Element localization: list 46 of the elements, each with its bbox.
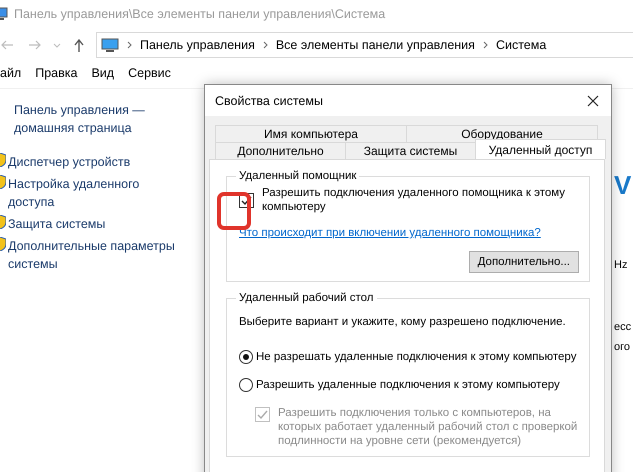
chevron-icon	[127, 41, 132, 49]
menu-item[interactable]: Вид	[91, 66, 114, 80]
text-fragment: ого	[614, 340, 630, 355]
tab[interactable]: Имя компьютера	[215, 125, 407, 142]
text-fragment: Hz	[614, 258, 628, 273]
menu-item[interactable]: Сервис	[128, 66, 171, 80]
heading-fragment: V	[614, 169, 632, 202]
checkbox-label: Разрешить подключения удаленного помощника к этому компьютеру	[262, 186, 566, 214]
computer-icon	[0, 7, 8, 21]
dialog-title: Свойства системы	[215, 94, 323, 108]
sidebar-link[interactable]: Дополнительные параметры системы	[8, 237, 178, 273]
check-icon	[241, 195, 252, 206]
group-title: Удаленный помощник	[238, 170, 358, 182]
chevron-icon	[262, 41, 268, 49]
tab[interactable]: Удаленный доступ	[475, 139, 606, 160]
tab[interactable]: Защита системы	[345, 142, 476, 160]
advanced-button[interactable]: Дополнительно...	[468, 251, 579, 274]
window-title: Панель управления\Все элементы панели управления\Система	[14, 7, 386, 21]
group-title: Удаленный рабочий стол	[238, 292, 375, 304]
radio-label: Не разрешать удаленные подключения к этому компьютеру	[256, 350, 576, 364]
radio-button[interactable]	[239, 350, 253, 364]
chevron-icon	[482, 41, 488, 49]
breadcrumb[interactable]: Все элементы панели управления	[276, 38, 475, 52]
arrow-left-icon	[1, 40, 13, 50]
sidebar-link[interactable]: Настройка удаленного доступа	[8, 175, 178, 211]
checkbox-label: Разрешить подключения только с компьютеров, на которых работает удаленный рабочий стол с проверкой подлинности на уровне сети (рекомендуется)	[278, 406, 578, 448]
address-bar[interactable]: Панель управления Все элементы панели управления Система	[96, 32, 633, 58]
menu-item[interactable]: Правка	[35, 66, 78, 80]
description-text: Выберите вариант и укажите, кому разрешено подключение.	[239, 316, 567, 328]
tab[interactable]: Дополнительно	[215, 142, 346, 160]
radio-button[interactable]	[239, 378, 253, 392]
check-icon	[257, 409, 268, 420]
sidebar-link[interactable]: Защита системы	[8, 215, 178, 233]
arrow-right-icon	[29, 40, 41, 50]
close-icon	[587, 94, 599, 107]
sidebar-link[interactable]: Панель управления — домашняя страница	[0, 101, 196, 137]
arrow-up-icon	[74, 38, 84, 52]
radio-label: Разрешить удаленные подключения к этому компьютеру	[256, 378, 560, 392]
menu-item[interactable]: айл	[0, 66, 22, 80]
computer-icon	[101, 38, 119, 52]
highlight-frame	[217, 192, 251, 230]
breadcrumb[interactable]: Система	[496, 38, 546, 52]
sidebar-link[interactable]: Диспетчер устройств	[8, 153, 178, 171]
text-fragment: есс	[614, 320, 632, 335]
breadcrumb[interactable]: Панель управления	[140, 38, 255, 52]
chevron-down-icon	[53, 42, 61, 48]
